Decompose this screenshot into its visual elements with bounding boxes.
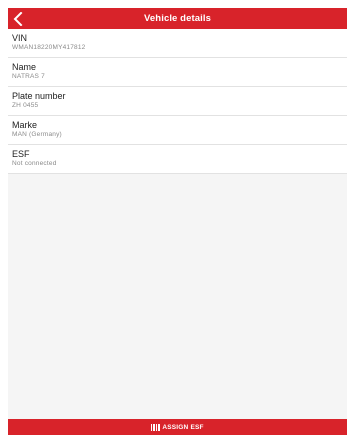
barcode-icon [151, 423, 161, 431]
vehicle-details-list: VIN WMAN18220MY417812 Name NATRAS 7 Plat… [8, 29, 347, 174]
vehicle-details-screen: Vehicle details VIN WMAN18220MY417812 Na… [8, 8, 347, 435]
marke-label: Marke [12, 120, 38, 130]
vin-row: VIN WMAN18220MY417812 [8, 29, 347, 58]
chevron-left-icon [13, 11, 23, 26]
assign-esf-button[interactable]: ASSIGN ESF [8, 419, 347, 435]
esf-row: ESF Not connected [8, 145, 347, 174]
plate-number-row: Plate number ZH 0455 [8, 87, 347, 116]
plate-number-label: Plate number [12, 91, 66, 101]
app-header: Vehicle details [8, 8, 347, 29]
name-label: Name [12, 62, 37, 72]
plate-number-value: ZH 0455 [12, 102, 39, 109]
vin-label: VIN [12, 33, 28, 43]
back-button[interactable] [10, 8, 26, 29]
marke-row: Marke MAN (Germany) [8, 116, 347, 145]
assign-esf-label: ASSIGN ESF [162, 423, 204, 431]
esf-value: Not connected [12, 160, 57, 167]
marke-value: MAN (Germany) [12, 131, 62, 138]
vin-value: WMAN18220MY417812 [12, 44, 86, 51]
name-row: Name NATRAS 7 [8, 58, 347, 87]
name-value: NATRAS 7 [12, 73, 45, 80]
page-title: Vehicle details [144, 13, 211, 24]
esf-label: ESF [12, 149, 30, 159]
